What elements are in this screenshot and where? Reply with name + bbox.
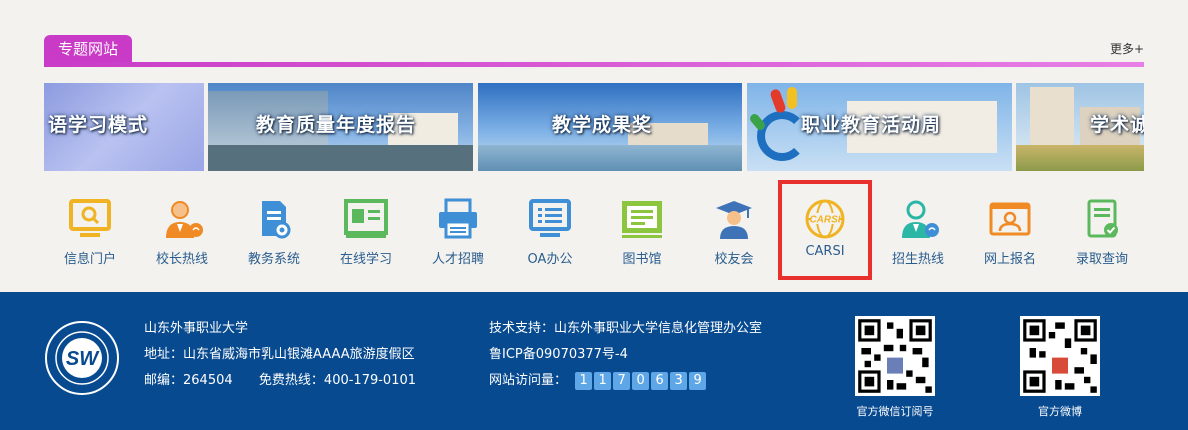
quick-link-online-learning[interactable]: 在线学习 (320, 190, 412, 272)
quick-link-label: 图书馆 (622, 252, 662, 267)
screen-card-icon (344, 199, 388, 238)
visit-digit: 9 (689, 371, 707, 390)
library-screen-icon (622, 201, 662, 238)
visit-digit: 1 (594, 371, 612, 390)
section-divider (44, 62, 1144, 67)
banner-quality-report[interactable]: 教育质量年度报告 (208, 83, 473, 171)
postcode: 邮编：264504 (144, 373, 233, 388)
quick-link-info-portal[interactable]: 信息门户 (44, 190, 136, 272)
visit-counter: 1 1 7 0 6 3 9 (575, 371, 707, 390)
quick-link-admission-query[interactable]: 录取查询 (1056, 190, 1148, 272)
svg-text:CARSI: CARSI (809, 215, 840, 226)
vocational-week-logo (757, 111, 807, 161)
banner-label: 学术诚 (1090, 114, 1144, 136)
quick-link-label: 校长热线 (155, 252, 208, 267)
hotline: 免费热线：400-179-0101 (258, 373, 417, 388)
quick-link-label: 网上报名 (983, 252, 1036, 267)
wechat-qr-label: 官方微信订阅号 (856, 405, 934, 418)
quick-link-president-hotline[interactable]: 校长热线 (136, 190, 228, 272)
quick-link-academic-system[interactable]: 教务系统 (228, 190, 320, 272)
quick-link-label: CARSI (805, 244, 845, 259)
more-link[interactable]: 更多+ (1110, 40, 1144, 57)
quick-link-label: 在线学习 (339, 252, 392, 267)
logo-text: SW (66, 348, 100, 370)
quick-link-oa-office[interactable]: OA办公 (504, 190, 596, 272)
quick-links: 信息门户 校长热线 教务系统 在线学习 人才招聘 OA办公 图书馆 校友会 CA… (44, 180, 1144, 280)
monitor-search-icon (69, 199, 111, 237)
banner-language-learning[interactable]: 语学习模式 (44, 83, 204, 171)
graduate-icon (716, 201, 752, 239)
visit-digit: 3 (670, 371, 688, 390)
banner-label: 职业教育活动周 (801, 114, 942, 136)
carsi-globe-icon: CARSI (805, 199, 845, 239)
banner-row: 语学习模式 教育质量年度报告 教学成果奖 职业教育活动周 学术诚 (44, 83, 1144, 171)
banner-academic-integrity[interactable]: 学术诚 (1016, 83, 1144, 171)
quick-link-library[interactable]: 图书馆 (596, 190, 688, 272)
school-name: 山东外事职业大学 (144, 321, 249, 336)
section-title: 专题网站 (44, 35, 133, 63)
person-headset-icon (166, 201, 203, 238)
quick-link-alumni[interactable]: 校友会 (688, 190, 780, 272)
banner-teaching-award[interactable]: 教学成果奖 (478, 83, 742, 171)
quick-link-label: 录取查询 (1075, 252, 1128, 267)
visit-digit: 0 (632, 371, 650, 390)
banner-label: 语学习模式 (48, 114, 149, 136)
school-logo: SW (45, 321, 119, 395)
quick-link-label: OA办公 (527, 252, 573, 267)
section-header: 专题网站 更多+ (44, 35, 1144, 67)
quick-link-label: 人才招聘 (431, 252, 484, 267)
weibo-qr-label: 官方微博 (1038, 405, 1082, 418)
quick-link-label: 校友会 (714, 252, 754, 267)
tech-support: 技术支持：山东外事职业大学信息化管理办公室 (489, 321, 763, 336)
icp-number[interactable]: 鲁ICP备09070377号-4 (489, 342, 762, 368)
quick-link-admission-hotline[interactable]: 招生热线 (872, 190, 964, 272)
monitor-list-icon (529, 199, 571, 237)
footer-site-info: 技术支持：山东外事职业大学信息化管理办公室 鲁ICP备09070377号-4 网… (489, 316, 762, 394)
quick-link-label: 教务系统 (247, 252, 300, 267)
visits-label: 网站访问量： (489, 373, 568, 388)
banner-label: 教学成果奖 (552, 114, 653, 136)
quick-link-online-registration[interactable]: 网上报名 (964, 190, 1056, 272)
quick-link-label: 招生热线 (891, 252, 944, 267)
person-phone-icon (902, 200, 939, 238)
weibo-qr-code (1020, 316, 1100, 396)
banner-vocational-week[interactable]: 职业教育活动周 (747, 83, 1012, 171)
banner-label: 教育质量年度报告 (256, 114, 417, 136)
visit-digit: 6 (651, 371, 669, 390)
printer-icon (439, 198, 477, 239)
wechat-qr-code (855, 316, 935, 396)
document-gear-icon (262, 201, 291, 239)
footer-contact: 山东外事职业大学 地址：山东省威海市乳山银滩AAAA旅游度假区 邮编：26450… (144, 316, 416, 394)
address: 地址：山东省威海市乳山银滩AAAA旅游度假区 (144, 347, 415, 362)
id-card-icon (989, 202, 1031, 236)
quick-link-carsi[interactable]: CARSI CARSI (778, 180, 872, 280)
visit-digit: 7 (613, 371, 631, 390)
footer: SW 山东外事职业大学 地址：山东省威海市乳山银滩AAAA旅游度假区 邮编：26… (0, 292, 1188, 430)
visit-digit: 1 (575, 371, 593, 390)
quick-link-label: 信息门户 (63, 252, 116, 267)
document-check-icon (1087, 199, 1118, 238)
quick-link-recruitment[interactable]: 人才招聘 (412, 190, 504, 272)
